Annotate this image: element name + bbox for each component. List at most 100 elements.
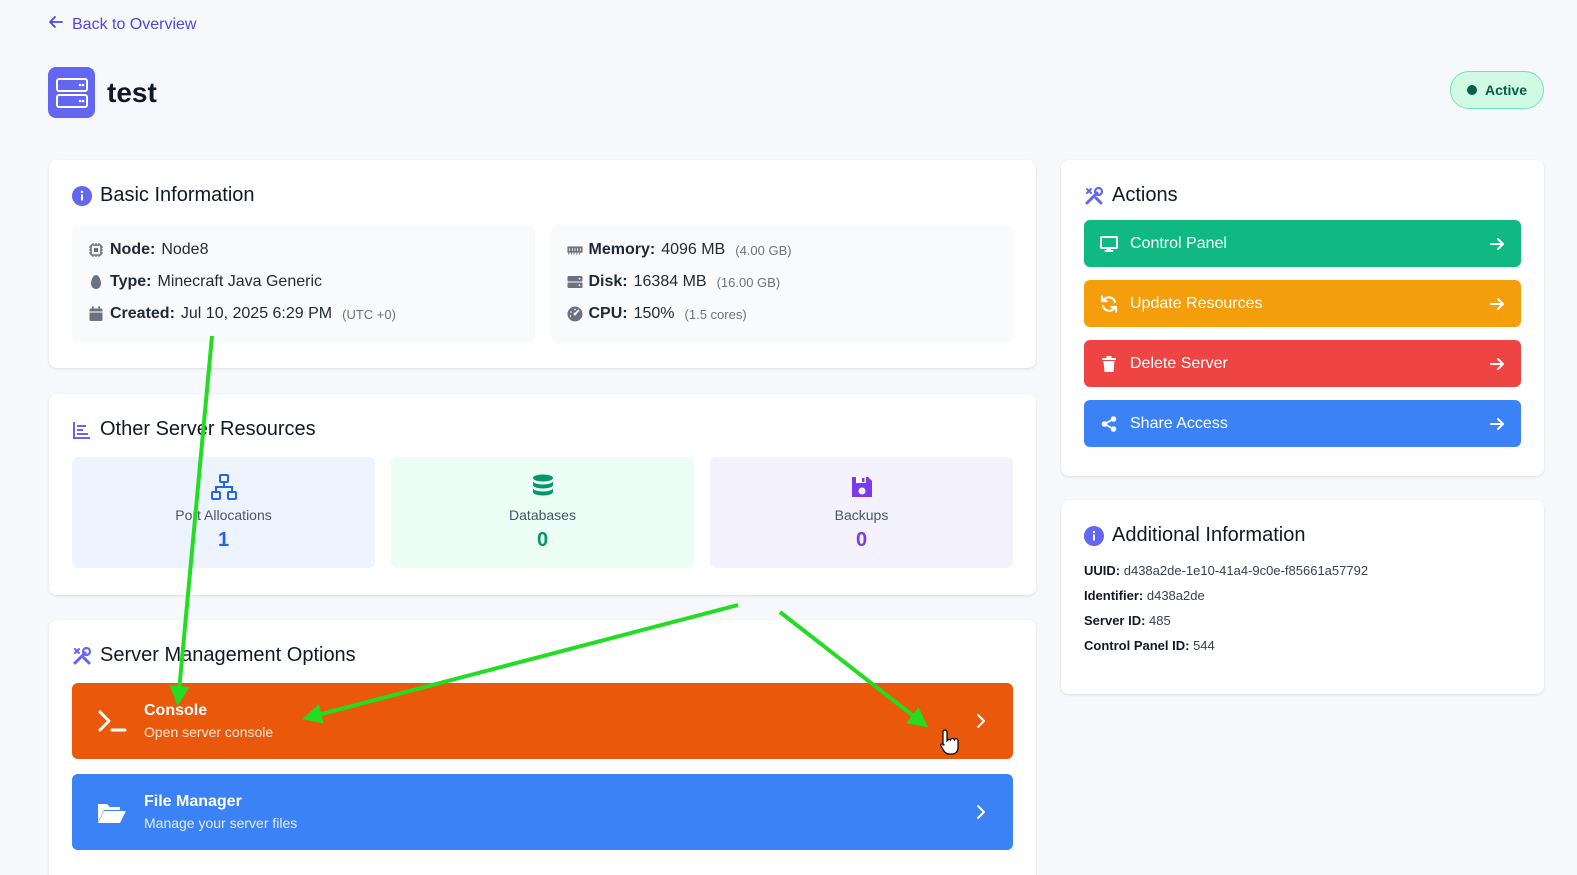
- basic-information-title: Basic Information: [100, 184, 255, 206]
- created-timezone: (UTC +0): [342, 306, 396, 322]
- created-label: Created:: [110, 305, 175, 322]
- monitor-icon: [1100, 235, 1118, 253]
- disk-label: Disk:: [588, 273, 628, 290]
- additional-information-card: Additional Information UUID: d438a2de-1e…: [1061, 500, 1544, 694]
- control-panel-id-value: 544: [1193, 638, 1215, 653]
- console-subtitle: Open server console: [144, 724, 274, 740]
- info-row-node: Node: Node8: [88, 239, 519, 261]
- arrow-right-icon: [1489, 236, 1505, 252]
- info-box-general: Node: Node8 Type: Minecraft Java Generic…: [72, 225, 535, 343]
- calendar-icon: [88, 306, 104, 322]
- info-row-type: Type: Minecraft Java Generic: [88, 271, 519, 293]
- info-icon: [1084, 525, 1104, 546]
- control-panel-button[interactable]: Control Panel: [1084, 220, 1521, 267]
- delete-server-button[interactable]: Delete Server: [1084, 340, 1521, 387]
- file-manager-subtitle: Manage your server files: [144, 815, 298, 831]
- chevron-right-icon: [973, 804, 989, 820]
- server-icon: [48, 67, 95, 118]
- tools-icon: [72, 646, 92, 666]
- control-panel-id-label: Control Panel ID:: [1084, 638, 1190, 653]
- save-icon: [848, 473, 876, 501]
- console-button[interactable]: Console Open server console: [72, 683, 1013, 759]
- chip-icon: [88, 242, 104, 258]
- arrow-right-icon: [1489, 416, 1505, 432]
- backups-value: 0: [855, 529, 868, 551]
- server-id-value: 485: [1149, 613, 1171, 628]
- node-label: Node:: [110, 241, 156, 258]
- chevron-right-icon: [973, 713, 989, 729]
- update-resources-label: Update Resources: [1130, 294, 1263, 312]
- info-row-created: Created: Jul 10, 2025 6:29 PM (UTC +0): [88, 303, 519, 325]
- port-allocations-label: Port Allocations: [175, 507, 272, 523]
- databases-box[interactable]: Databases 0: [391, 457, 694, 568]
- egg-icon: [88, 274, 104, 290]
- other-resources-title: Other Server Resources: [100, 418, 316, 440]
- status-badge: Active: [1449, 70, 1544, 109]
- uuid-row: UUID: d438a2de-1e10-41a4-9c0e-f85661a577…: [1084, 563, 1521, 578]
- chart-bar-icon: [72, 420, 92, 440]
- status-label: Active: [1484, 81, 1527, 98]
- memory-value: 4096 MB: [661, 241, 726, 258]
- info-box-resources: Memory: 4096 MB (4.00 GB) Disk: 16384 MB…: [550, 225, 1013, 343]
- disk-note: (16.00 GB): [716, 274, 781, 290]
- cpu-value: 150%: [633, 305, 675, 322]
- created-value: Jul 10, 2025 6:29 PM: [180, 305, 333, 322]
- status-dot-icon: [1466, 84, 1477, 95]
- port-allocations-value: 1: [217, 529, 230, 551]
- type-value: Minecraft Java Generic: [157, 273, 322, 290]
- basic-information-card: Basic Information Node: Node8 Type: Mine…: [49, 160, 1036, 368]
- port-allocations-box[interactable]: Port Allocations 1: [72, 457, 375, 568]
- additional-information-title: Additional Information: [1112, 524, 1306, 546]
- file-manager-title: File Manager: [144, 793, 242, 810]
- delete-server-label: Delete Server: [1130, 354, 1228, 372]
- database-icon: [529, 473, 557, 501]
- actions-title: Actions: [1112, 184, 1178, 206]
- tools-icon: [1084, 186, 1104, 206]
- disk-icon: [567, 274, 583, 290]
- network-icon: [210, 473, 238, 501]
- control-panel-label: Control Panel: [1130, 234, 1227, 252]
- trash-icon: [1100, 355, 1118, 373]
- other-server-resources-card: Other Server Resources Port Allocations …: [49, 394, 1036, 595]
- memory-note: (4.00 GB): [735, 242, 792, 258]
- server-management-title: Server Management Options: [100, 644, 356, 666]
- share-icon: [1100, 415, 1118, 433]
- server-id-label: Server ID:: [1084, 613, 1146, 628]
- arrow-left-icon: [48, 14, 64, 35]
- cpu-note: (1.5 cores): [684, 306, 747, 322]
- page-header: test Active: [48, 67, 1544, 118]
- cpu-label: CPU:: [588, 305, 628, 322]
- console-title: Console: [144, 702, 208, 719]
- identifier-row: Identifier: d438a2de: [1084, 588, 1521, 603]
- identifier-value: d438a2de: [1146, 588, 1205, 603]
- memory-label: Memory:: [588, 241, 656, 258]
- back-link-label: Back to Overview: [72, 15, 197, 33]
- databases-value: 0: [536, 529, 549, 551]
- uuid-label: UUID:: [1084, 563, 1121, 578]
- control-panel-id-row: Control Panel ID: 544: [1084, 638, 1521, 653]
- share-access-label: Share Access: [1130, 414, 1228, 432]
- identifier-label: Identifier:: [1084, 588, 1144, 603]
- back-to-overview-link[interactable]: Back to Overview: [48, 14, 196, 35]
- refresh-icon: [1100, 294, 1118, 313]
- type-label: Type:: [110, 273, 152, 290]
- disk-value: 16384 MB: [633, 273, 707, 290]
- share-access-button[interactable]: Share Access: [1084, 400, 1521, 447]
- info-icon: [72, 185, 92, 206]
- gauge-icon: [567, 306, 583, 322]
- folder-open-icon: [96, 796, 128, 828]
- uuid-value: d438a2de-1e10-41a4-9c0e-f85661a57792: [1123, 563, 1369, 578]
- backups-box[interactable]: Backups 0: [710, 457, 1013, 568]
- databases-label: Databases: [509, 507, 576, 523]
- info-row-disk: Disk: 16384 MB (16.00 GB): [567, 271, 998, 293]
- file-manager-button[interactable]: File Manager Manage your server files: [72, 774, 1013, 850]
- page-title: test: [107, 76, 157, 108]
- actions-card: Actions Control Panel Update Resources D…: [1061, 160, 1544, 476]
- memory-icon: [566, 242, 583, 258]
- terminal-icon: [96, 705, 128, 737]
- node-value: Node8: [161, 241, 209, 258]
- update-resources-button[interactable]: Update Resources: [1084, 280, 1521, 327]
- backups-label: Backups: [834, 507, 889, 523]
- arrow-right-icon: [1489, 296, 1505, 312]
- info-row-cpu: CPU: 150% (1.5 cores): [567, 303, 998, 325]
